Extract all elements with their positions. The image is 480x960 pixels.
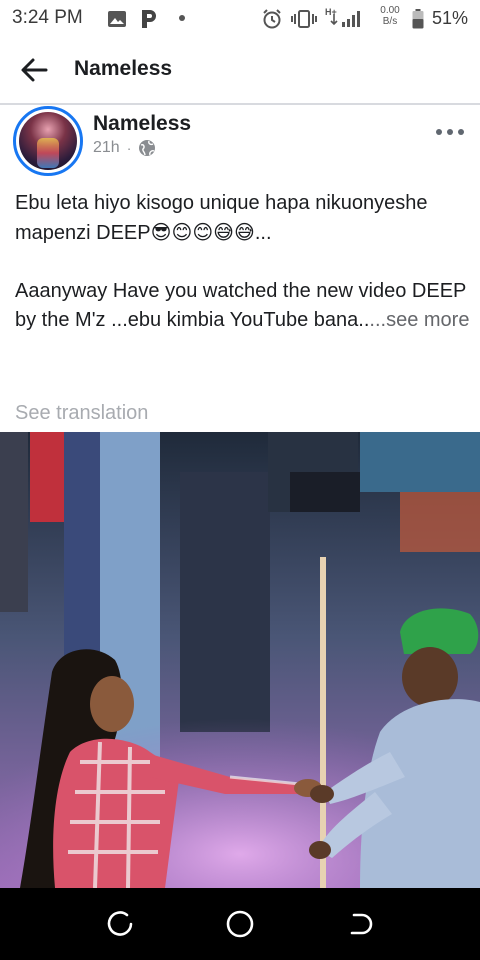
app-bar: Nameless (0, 38, 480, 102)
network-speed: 0.00 B/s (372, 5, 408, 27)
status-bar: 3:24 PM H+ 0.00 B/s 51% (0, 0, 480, 38)
battery-percent: 51% (431, 8, 468, 28)
post-photo-illustration (0, 432, 480, 888)
network-speed-unit: B/s (382, 16, 398, 27)
globe-icon (139, 140, 156, 156)
see-more-link[interactable]: ...see more (369, 309, 469, 331)
post-emojis: 😎😊😊😅😅 (150, 220, 255, 244)
more-horizontal-icon (436, 129, 464, 135)
see-translation-link[interactable]: See translation (15, 402, 148, 425)
avatar-image (19, 112, 77, 170)
battery-icon (412, 9, 424, 29)
author-avatar[interactable] (13, 106, 83, 176)
recent-apps-button[interactable] (100, 906, 140, 942)
vibrate-icon (291, 10, 317, 28)
post-paragraph-2: Aaanyway Have you watched the new video … (15, 277, 470, 335)
alarm-icon (263, 9, 281, 29)
arrow-left-icon (21, 58, 48, 82)
back-nav-button[interactable] (340, 906, 380, 942)
more-notifications-dot-icon (179, 15, 185, 21)
recent-apps-icon (107, 911, 133, 936)
signal-icon (330, 11, 360, 27)
author-name[interactable]: Nameless (93, 112, 191, 136)
back-nav-icon (350, 913, 373, 935)
post-text: Ebu leta hiyo kisogo unique hapa nikuony… (15, 189, 470, 335)
p-app-notification-icon (142, 10, 156, 28)
system-nav-bar (0, 888, 480, 960)
home-button[interactable] (220, 906, 260, 942)
more-options-button[interactable] (434, 120, 466, 144)
post-photo[interactable] (0, 432, 480, 888)
post-paragraph-1: Ebu leta hiyo kisogo unique hapa nikuony… (15, 189, 470, 248)
post-time[interactable]: 21h (93, 139, 120, 157)
network-speed-value: 0.00 (380, 5, 400, 16)
header-divider (0, 103, 480, 105)
back-button[interactable] (16, 52, 52, 88)
status-time: 3:24 PM (12, 7, 83, 28)
post-text-ellipsis: ... (254, 222, 272, 244)
post-meta: 21h · (93, 139, 156, 157)
home-icon (226, 910, 254, 938)
meta-separator: · (126, 140, 132, 156)
image-notification-icon (108, 11, 126, 27)
page-title: Nameless (74, 57, 173, 80)
